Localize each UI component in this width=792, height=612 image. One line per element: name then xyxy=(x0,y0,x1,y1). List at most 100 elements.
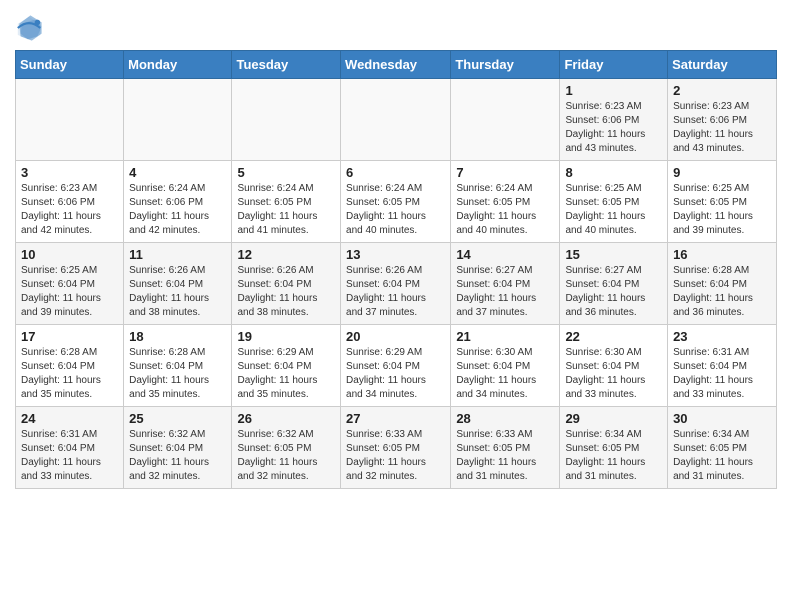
calendar-cell: 20 Sunrise: 6:29 AM Sunset: 6:04 PM Dayli… xyxy=(341,325,451,407)
day-info: Sunrise: 6:32 AM Sunset: 6:05 PM Dayligh… xyxy=(237,428,335,484)
calendar-cell: 28Sunrise: 6:33 AM Sunset: 6:05 PM Dayli… xyxy=(451,407,560,489)
calendar-cell: 15Sunrise: 6:27 AM Sunset: 6:04 PM Dayli… xyxy=(560,243,668,325)
calendar-header-sunday: Sunday xyxy=(16,51,124,79)
calendar-header-wednesday: Wednesday xyxy=(341,51,451,79)
calendar-cell: 13 Sunrise: 6:26 AM Sunset: 6:04 PM Dayli… xyxy=(341,243,451,325)
day-number: 23 xyxy=(673,329,771,344)
calendar-cell: 5Sunrise: 6:24 AM Sunset: 6:05 PM Daylig… xyxy=(232,161,341,243)
day-info: Sunrise: 6:31 AM Sunset: 6:04 PM Dayligh… xyxy=(673,346,771,402)
day-number: 30 xyxy=(673,411,771,426)
calendar-header-monday: Monday xyxy=(124,51,232,79)
day-info: Sunrise: 6:29 AM Sunset: 6:04 PM Dayligh… xyxy=(237,346,335,402)
day-number: 6 xyxy=(346,165,445,180)
day-number: 8 xyxy=(565,165,662,180)
day-number: 14 xyxy=(456,247,554,262)
day-info: Sunrise: 6:31 AM Sunset: 6:04 PM Dayligh… xyxy=(21,428,118,484)
day-info: Sunrise: 6:34 AM Sunset: 6:05 PM Dayligh… xyxy=(565,428,662,484)
day-number: 13 xyxy=(346,247,445,262)
day-info: Sunrise: 6:30 AM Sunset: 6:04 PM Dayligh… xyxy=(565,346,662,402)
calendar-cell: 11 Sunrise: 6:26 AM Sunset: 6:04 PM Dayli… xyxy=(124,243,232,325)
day-info: Sunrise: 6:24 AM Sunset: 6:05 PM Dayligh… xyxy=(237,182,335,238)
day-number: 16 xyxy=(673,247,771,262)
calendar-cell: 25 Sunrise: 6:32 AM Sunset: 6:04 PM Dayli… xyxy=(124,407,232,489)
day-info: Sunrise: 6:26 AM Sunset: 6:04 PM Dayligh… xyxy=(346,264,445,320)
logo-icon xyxy=(15,14,43,42)
day-number: 4 xyxy=(129,165,226,180)
calendar-cell xyxy=(232,79,341,161)
calendar-cell: 21 Sunrise: 6:30 AM Sunset: 6:04 PM Dayli… xyxy=(451,325,560,407)
day-number: 18 xyxy=(129,329,226,344)
day-number: 24 xyxy=(21,411,118,426)
day-info: Sunrise: 6:24 AM Sunset: 6:05 PM Dayligh… xyxy=(346,182,445,238)
calendar-cell: 22 Sunrise: 6:30 AM Sunset: 6:04 PM Dayli… xyxy=(560,325,668,407)
calendar-cell: 29 Sunrise: 6:34 AM Sunset: 6:05 PM Dayli… xyxy=(560,407,668,489)
calendar-cell: 23 Sunrise: 6:31 AM Sunset: 6:04 PM Dayli… xyxy=(668,325,777,407)
day-number: 10 xyxy=(21,247,118,262)
calendar-cell: 12Sunrise: 6:26 AM Sunset: 6:04 PM Dayli… xyxy=(232,243,341,325)
calendar-cell: 27Sunrise: 6:33 AM Sunset: 6:05 PM Dayli… xyxy=(341,407,451,489)
calendar-cell: 26 Sunrise: 6:32 AM Sunset: 6:05 PM Dayli… xyxy=(232,407,341,489)
day-info: Sunrise: 6:25 AM Sunset: 6:05 PM Dayligh… xyxy=(673,182,771,238)
calendar-cell: 14 Sunrise: 6:27 AM Sunset: 6:04 PM Dayli… xyxy=(451,243,560,325)
day-info: Sunrise: 6:30 AM Sunset: 6:04 PM Dayligh… xyxy=(456,346,554,402)
calendar-cell: 3 Sunrise: 6:23 AM Sunset: 6:06 PM Daylig… xyxy=(16,161,124,243)
day-number: 12 xyxy=(237,247,335,262)
calendar-header-tuesday: Tuesday xyxy=(232,51,341,79)
day-info: Sunrise: 6:23 AM Sunset: 6:06 PM Dayligh… xyxy=(565,100,662,156)
calendar-cell: 18 Sunrise: 6:28 AM Sunset: 6:04 PM Dayli… xyxy=(124,325,232,407)
calendar-header-row: SundayMondayTuesdayWednesdayThursdayFrid… xyxy=(16,51,777,79)
calendar-cell: 10Sunrise: 6:25 AM Sunset: 6:04 PM Dayli… xyxy=(16,243,124,325)
day-info: Sunrise: 6:23 AM Sunset: 6:06 PM Dayligh… xyxy=(673,100,771,156)
day-number: 29 xyxy=(565,411,662,426)
calendar-cell: 9Sunrise: 6:25 AM Sunset: 6:05 PM Daylig… xyxy=(668,161,777,243)
logo xyxy=(15,14,47,42)
day-number: 27 xyxy=(346,411,445,426)
calendar-header-thursday: Thursday xyxy=(451,51,560,79)
calendar-cell xyxy=(16,79,124,161)
day-info: Sunrise: 6:28 AM Sunset: 6:04 PM Dayligh… xyxy=(673,264,771,320)
day-number: 22 xyxy=(565,329,662,344)
day-number: 28 xyxy=(456,411,554,426)
calendar-week-4: 17Sunrise: 6:28 AM Sunset: 6:04 PM Dayli… xyxy=(16,325,777,407)
calendar-cell: 17Sunrise: 6:28 AM Sunset: 6:04 PM Dayli… xyxy=(16,325,124,407)
day-number: 11 xyxy=(129,247,226,262)
calendar-cell xyxy=(341,79,451,161)
day-number: 26 xyxy=(237,411,335,426)
day-number: 1 xyxy=(565,83,662,98)
day-number: 25 xyxy=(129,411,226,426)
day-info: Sunrise: 6:24 AM Sunset: 6:05 PM Dayligh… xyxy=(456,182,554,238)
day-info: Sunrise: 6:29 AM Sunset: 6:04 PM Dayligh… xyxy=(346,346,445,402)
calendar-cell: 24 Sunrise: 6:31 AM Sunset: 6:04 PM Dayli… xyxy=(16,407,124,489)
day-info: Sunrise: 6:34 AM Sunset: 6:05 PM Dayligh… xyxy=(673,428,771,484)
day-number: 20 xyxy=(346,329,445,344)
calendar-cell: 2 Sunrise: 6:23 AM Sunset: 6:06 PM Daylig… xyxy=(668,79,777,161)
calendar-header-saturday: Saturday xyxy=(668,51,777,79)
day-info: Sunrise: 6:28 AM Sunset: 6:04 PM Dayligh… xyxy=(129,346,226,402)
day-number: 15 xyxy=(565,247,662,262)
calendar-cell: 7 Sunrise: 6:24 AM Sunset: 6:05 PM Daylig… xyxy=(451,161,560,243)
calendar-cell xyxy=(124,79,232,161)
calendar-week-1: 1 Sunrise: 6:23 AM Sunset: 6:06 PM Daylig… xyxy=(16,79,777,161)
day-info: Sunrise: 6:23 AM Sunset: 6:06 PM Dayligh… xyxy=(21,182,118,238)
day-number: 21 xyxy=(456,329,554,344)
calendar-week-2: 3 Sunrise: 6:23 AM Sunset: 6:06 PM Daylig… xyxy=(16,161,777,243)
calendar-cell: 1 Sunrise: 6:23 AM Sunset: 6:06 PM Daylig… xyxy=(560,79,668,161)
day-info: Sunrise: 6:32 AM Sunset: 6:04 PM Dayligh… xyxy=(129,428,226,484)
calendar-cell xyxy=(451,79,560,161)
day-number: 19 xyxy=(237,329,335,344)
calendar-week-5: 24 Sunrise: 6:31 AM Sunset: 6:04 PM Dayli… xyxy=(16,407,777,489)
day-number: 2 xyxy=(673,83,771,98)
day-number: 3 xyxy=(21,165,118,180)
calendar-week-3: 10Sunrise: 6:25 AM Sunset: 6:04 PM Dayli… xyxy=(16,243,777,325)
day-number: 7 xyxy=(456,165,554,180)
calendar-cell: 6 Sunrise: 6:24 AM Sunset: 6:05 PM Daylig… xyxy=(341,161,451,243)
calendar-cell: 4Sunrise: 6:24 AM Sunset: 6:06 PM Daylig… xyxy=(124,161,232,243)
day-info: Sunrise: 6:25 AM Sunset: 6:05 PM Dayligh… xyxy=(565,182,662,238)
day-info: Sunrise: 6:28 AM Sunset: 6:04 PM Dayligh… xyxy=(21,346,118,402)
header xyxy=(15,10,777,42)
calendar-cell: 8 Sunrise: 6:25 AM Sunset: 6:05 PM Daylig… xyxy=(560,161,668,243)
day-info: Sunrise: 6:27 AM Sunset: 6:04 PM Dayligh… xyxy=(456,264,554,320)
calendar-cell: 19 Sunrise: 6:29 AM Sunset: 6:04 PM Dayli… xyxy=(232,325,341,407)
calendar-cell: 30 Sunrise: 6:34 AM Sunset: 6:05 PM Dayli… xyxy=(668,407,777,489)
day-info: Sunrise: 6:26 AM Sunset: 6:04 PM Dayligh… xyxy=(129,264,226,320)
